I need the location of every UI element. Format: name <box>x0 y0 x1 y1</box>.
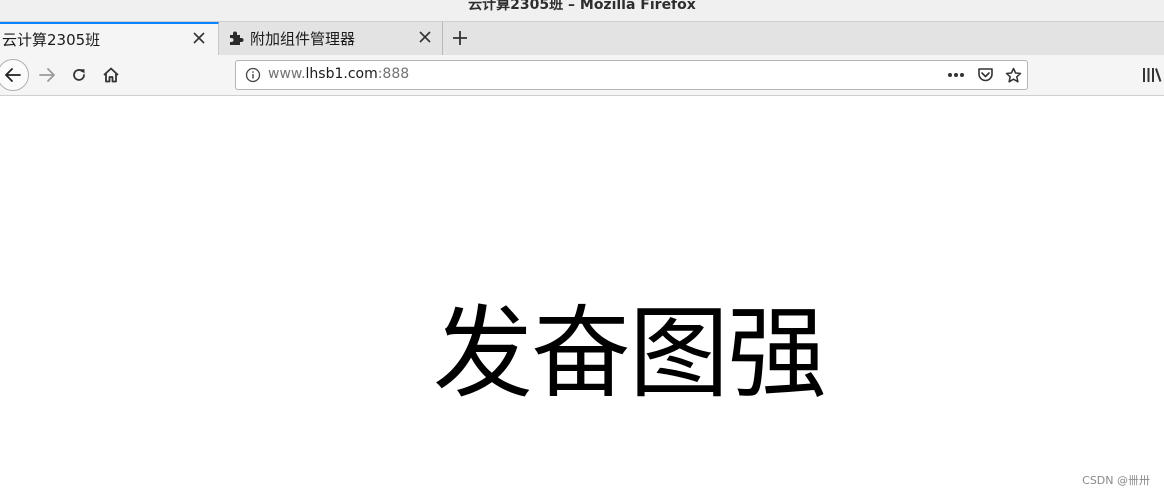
reload-button[interactable] <box>68 64 90 86</box>
url-bar[interactable]: www.lhsb1.com:888 <box>235 60 1028 90</box>
bookmark-star-button[interactable] <box>1003 66 1023 84</box>
page-actions-button[interactable] <box>946 66 966 84</box>
title-bar: 云计算2305班 – Mozilla Firefox <box>0 0 1164 22</box>
tab-addons-manager[interactable]: 附加组件管理器 <box>219 22 443 55</box>
info-icon[interactable] <box>245 67 261 83</box>
page-content: 发奋图强 CSDN @卌卅 <box>0 96 1164 496</box>
back-button[interactable] <box>0 59 29 91</box>
arrow-right-icon <box>39 68 55 82</box>
library-button[interactable] <box>1142 65 1164 85</box>
browser-window: 云计算2305班 – Mozilla Firefox 云计算2305班 附加组件… <box>0 0 1164 496</box>
home-button[interactable] <box>100 64 122 86</box>
tab-label: 云计算2305班 <box>2 31 101 49</box>
new-tab-button[interactable] <box>449 27 471 49</box>
arrow-left-icon <box>5 68 21 82</box>
url-domain: lhsb1.com <box>305 66 378 82</box>
puzzle-icon <box>230 31 244 45</box>
url-text[interactable]: www.lhsb1.com:888 <box>268 66 409 82</box>
url-port: :888 <box>377 66 410 82</box>
more-horizontal-icon <box>948 73 964 77</box>
close-tab-button[interactable] <box>190 29 208 47</box>
close-tab-button[interactable] <box>416 28 434 46</box>
star-icon <box>1005 67 1021 83</box>
home-icon <box>103 67 119 83</box>
forward-button[interactable] <box>36 64 58 86</box>
tab-cloud-computing[interactable]: 云计算2305班 <box>0 22 219 55</box>
page-heading: 发奋图强 <box>433 295 827 412</box>
pocket-icon <box>977 68 993 82</box>
tab-strip: 云计算2305班 附加组件管理器 <box>0 22 1164 56</box>
navigation-toolbar: www.lhsb1.com:888 <box>0 55 1164 96</box>
pocket-button[interactable] <box>975 66 995 84</box>
close-icon <box>419 31 431 43</box>
plus-icon <box>453 31 467 45</box>
csdn-watermark: CSDN @卌卅 <box>1082 474 1150 487</box>
close-icon <box>193 32 205 44</box>
tab-label: 附加组件管理器 <box>250 30 356 48</box>
window-title: 云计算2305班 – Mozilla Firefox <box>468 0 696 13</box>
library-icon <box>1143 68 1162 82</box>
url-prefix: www. <box>268 66 306 82</box>
reload-icon <box>73 69 85 81</box>
